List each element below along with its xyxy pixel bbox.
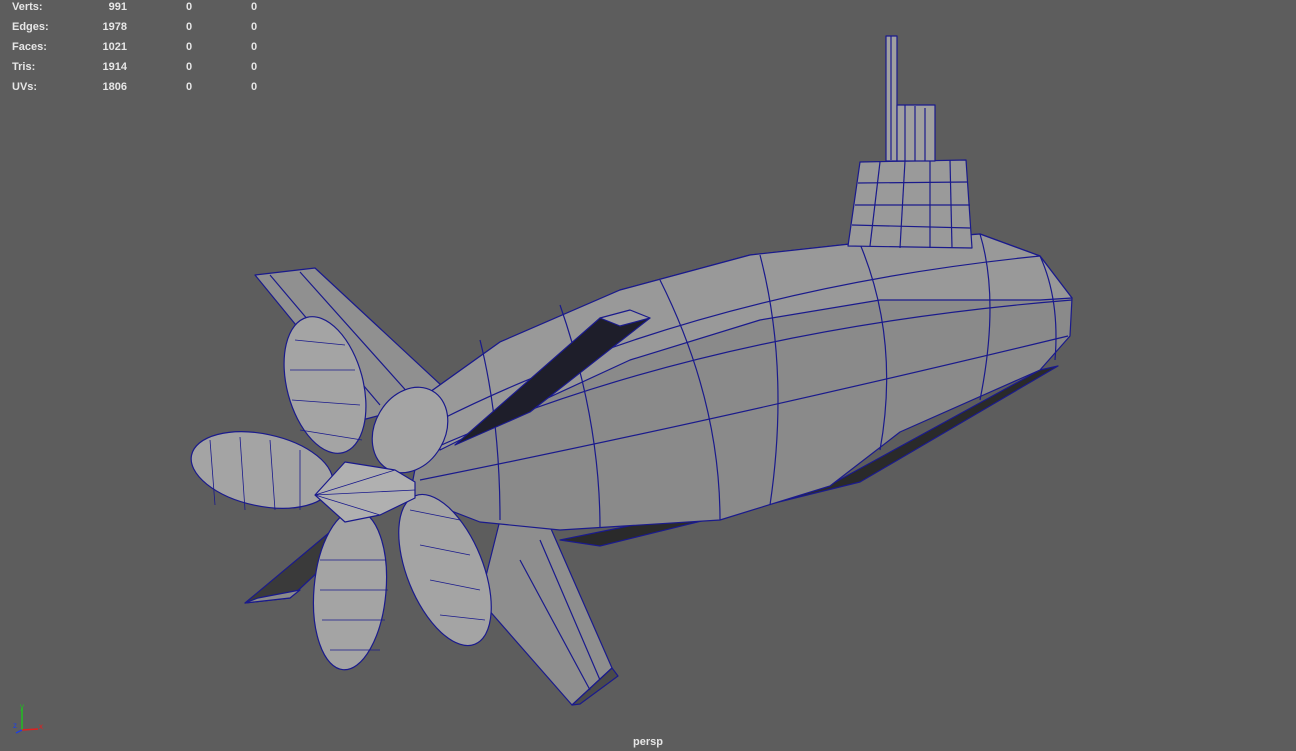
hud-row-faces: Faces: 1021 0 0 — [12, 41, 258, 53]
hud-row-uvs: UVs: 1806 0 0 — [12, 81, 258, 93]
periscope — [896, 104, 936, 162]
axis-z-label: z — [13, 721, 17, 730]
viewport-3d[interactable] — [0, 0, 1296, 751]
bottom-fin — [479, 519, 613, 706]
sail — [847, 159, 973, 249]
hud-row-edges: Edges: 1978 0 0 — [12, 21, 258, 33]
axis-y-label: y — [20, 702, 24, 711]
hud-row-verts: Verts: 991 0 0 — [12, 1, 258, 13]
axis-x-label: x — [39, 722, 43, 731]
camera-label: persp — [633, 736, 663, 748]
axis-gizmo-icon: y x z — [13, 702, 43, 734]
hud-row-tris: Tris: 1914 0 0 — [12, 61, 258, 73]
